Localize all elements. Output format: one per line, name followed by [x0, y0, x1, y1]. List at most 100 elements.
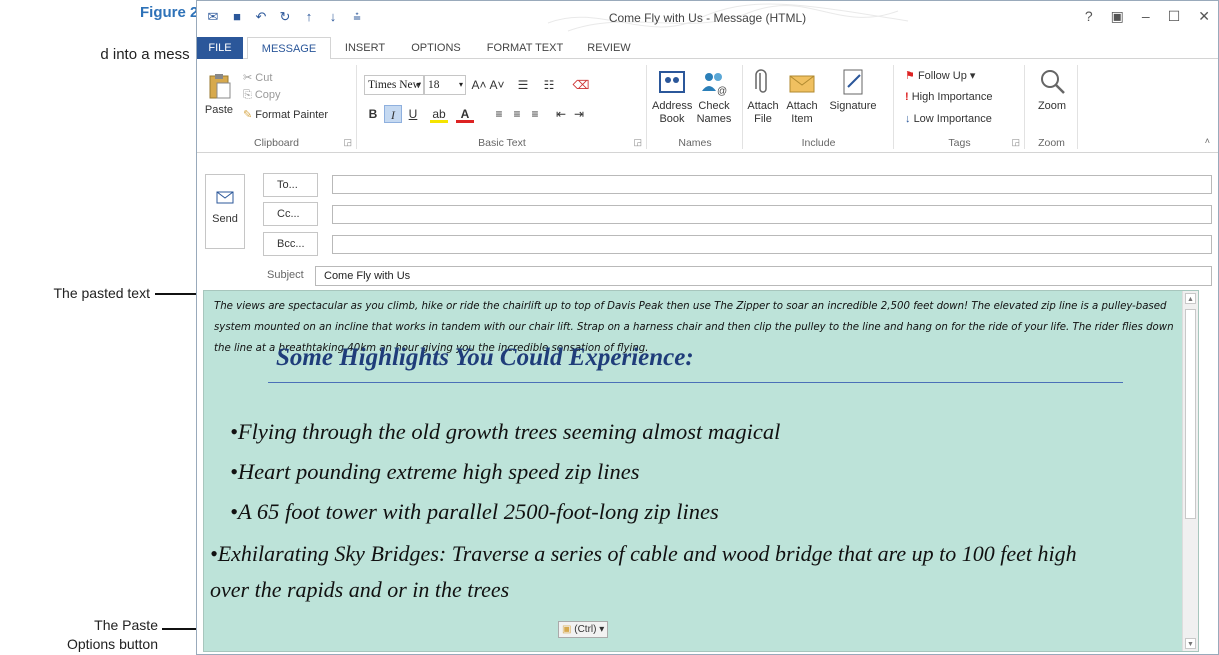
- paste-options-button[interactable]: ▣ (Ctrl) ▾: [558, 621, 609, 638]
- include-group: Attach File Attach Item Signature Includ…: [744, 65, 894, 149]
- bold-button[interactable]: B: [364, 105, 382, 123]
- paperclip-icon: [755, 69, 767, 93]
- callout-pasted-text: The pasted text: [53, 285, 150, 301]
- message-body[interactable]: The views are spectacular as you climb, …: [203, 290, 1199, 652]
- shrink-font-icon[interactable]: A˅: [488, 76, 506, 94]
- paste-options-label: (Ctrl): [574, 624, 597, 635]
- cc-button[interactable]: Cc...: [263, 202, 318, 226]
- font-name-select[interactable]: Times New ▾: [364, 75, 424, 95]
- collapse-ribbon-icon[interactable]: ˄: [1205, 136, 1210, 146]
- address-book-icon: [659, 71, 685, 93]
- paste-label: Paste: [204, 104, 234, 116]
- bullet-dot-icon: •: [210, 541, 218, 566]
- subject-label: Subject: [267, 269, 304, 281]
- ribbon-display-icon[interactable]: ▣: [1111, 8, 1124, 25]
- tab-message[interactable]: MESSAGE: [247, 37, 331, 60]
- help-icon[interactable]: ?: [1085, 8, 1093, 25]
- tab-file[interactable]: FILE: [197, 37, 243, 59]
- bullet-item: •Exhilarating Sky Bridges: Traverse a se…: [210, 541, 1077, 567]
- tab-insert[interactable]: INSERT: [337, 37, 393, 59]
- check-names-button[interactable]: @ Check Names: [694, 67, 734, 126]
- scroll-down-icon[interactable]: ▼: [1185, 638, 1196, 649]
- format-painter-label: Format Painter: [255, 109, 329, 121]
- basic-text-launcher-icon[interactable]: ◲: [633, 137, 642, 148]
- address-book-button[interactable]: Address Book: [652, 67, 692, 126]
- title-bar: ✉ ■ ↶ ↻ ↑ ↓ ⩮ Come Fly with Us - Message…: [197, 1, 1218, 37]
- attach-file-label: Attach File: [747, 100, 779, 125]
- check-names-icon: @: [702, 73, 727, 97]
- clear-formatting-icon[interactable]: ⌫: [572, 76, 590, 94]
- increase-indent-icon[interactable]: ⇥: [570, 105, 588, 123]
- magnifier-icon: [1041, 70, 1065, 94]
- include-group-label: Include: [801, 137, 836, 149]
- font-color-icon[interactable]: A: [456, 105, 474, 123]
- cc-field[interactable]: [332, 205, 1212, 224]
- bullet-text: Heart pounding extreme high speed zip li…: [237, 459, 640, 484]
- signature-label: Signature: [829, 100, 877, 112]
- format-painter-button[interactable]: ✎ Format Painter: [243, 108, 328, 121]
- low-importance-button[interactable]: ↓ Low Importance: [905, 113, 992, 125]
- underline-button[interactable]: U: [404, 105, 422, 123]
- tab-review[interactable]: REVIEW: [581, 37, 637, 59]
- cut-button[interactable]: ✂ Cut: [243, 71, 272, 84]
- decrease-indent-icon[interactable]: ⇤: [552, 105, 570, 123]
- close-icon[interactable]: ✕: [1198, 8, 1210, 25]
- svg-text:@: @: [717, 86, 727, 97]
- font-size-value: 18: [428, 79, 440, 91]
- envelope-attach-icon: [789, 75, 815, 93]
- attach-item-button[interactable]: Attach Item: [782, 67, 822, 126]
- numbering-icon[interactable]: ☷: [540, 76, 558, 94]
- italic-button[interactable]: I: [384, 105, 402, 123]
- high-importance-button[interactable]: ! High Importance: [905, 91, 992, 103]
- zoom-label: Zoom: [1037, 100, 1067, 112]
- body-heading: Some Highlights You Could Experience:: [276, 344, 694, 371]
- zoom-button[interactable]: Zoom: [1030, 67, 1074, 113]
- attach-file-button[interactable]: Attach File: [746, 67, 780, 126]
- scroll-thumb[interactable]: [1185, 309, 1196, 519]
- grow-font-icon[interactable]: A˄: [470, 76, 488, 94]
- flag-icon: ⚑: [905, 70, 915, 82]
- scroll-up-icon[interactable]: ▲: [1185, 293, 1196, 304]
- clipboard-launcher-icon[interactable]: ◲: [343, 137, 352, 148]
- follow-up-label: Follow Up: [917, 70, 967, 82]
- tab-format-text[interactable]: FORMAT TEXT: [477, 37, 573, 59]
- low-importance-label: Low Importance: [913, 113, 992, 125]
- message-window: ✉ ■ ↶ ↻ ↑ ↓ ⩮ Come Fly with Us - Message…: [196, 0, 1219, 655]
- tab-options[interactable]: OPTIONS: [403, 37, 469, 59]
- figure-caption-text: Text pasted into a message: [100, 46, 190, 63]
- bcc-field[interactable]: [332, 235, 1212, 254]
- clipboard-group: Paste ✂ Cut ⎘ Copy ✎ Format Painter Clip…: [197, 65, 357, 149]
- signature-button[interactable]: Signature: [826, 67, 880, 113]
- figure-caption: Text pasted into a message: [100, 46, 190, 63]
- exclamation-icon: !: [905, 91, 909, 103]
- bullets-icon[interactable]: ☰: [514, 76, 532, 94]
- body-scrollbar[interactable]: ▲ ▼: [1182, 291, 1198, 651]
- bcc-button[interactable]: Bcc...: [263, 232, 318, 256]
- align-right-icon[interactable]: ≡: [526, 105, 544, 123]
- to-button[interactable]: To...: [263, 173, 318, 197]
- tags-launcher-icon[interactable]: ◲: [1011, 137, 1020, 148]
- address-book-label: Address Book: [652, 100, 693, 125]
- maximize-icon[interactable]: ☐: [1168, 8, 1181, 25]
- send-button[interactable]: Send: [205, 174, 245, 249]
- copy-button[interactable]: ⎘ Copy: [243, 89, 281, 102]
- basic-text-group-label: Basic Text: [478, 137, 526, 149]
- align-left-icon[interactable]: ≡: [490, 105, 508, 123]
- to-field[interactable]: [332, 175, 1212, 194]
- names-group-label: Names: [678, 137, 712, 149]
- follow-up-button[interactable]: ⚑ Follow Up ▾: [905, 69, 975, 82]
- align-center-icon[interactable]: ≡: [508, 105, 526, 123]
- down-arrow-icon: ↓: [905, 113, 911, 125]
- bullet-dot-icon: •: [230, 459, 238, 484]
- highlight-icon[interactable]: ab: [430, 105, 448, 123]
- paste-button[interactable]: Paste: [201, 71, 237, 117]
- subject-field[interactable]: Come Fly with Us: [315, 266, 1212, 286]
- send-label: Send: [212, 213, 238, 225]
- font-name-value: Times New: [368, 79, 421, 91]
- ribbon-tabs: FILE MESSAGE INSERT OPTIONS FORMAT TEXT …: [197, 37, 1218, 60]
- minimize-icon[interactable]: –: [1142, 8, 1150, 25]
- clipboard-icon: [209, 74, 231, 99]
- copy-label: Copy: [254, 89, 281, 101]
- font-size-select[interactable]: 18 ▾: [424, 75, 466, 95]
- cut-label: Cut: [255, 72, 273, 84]
